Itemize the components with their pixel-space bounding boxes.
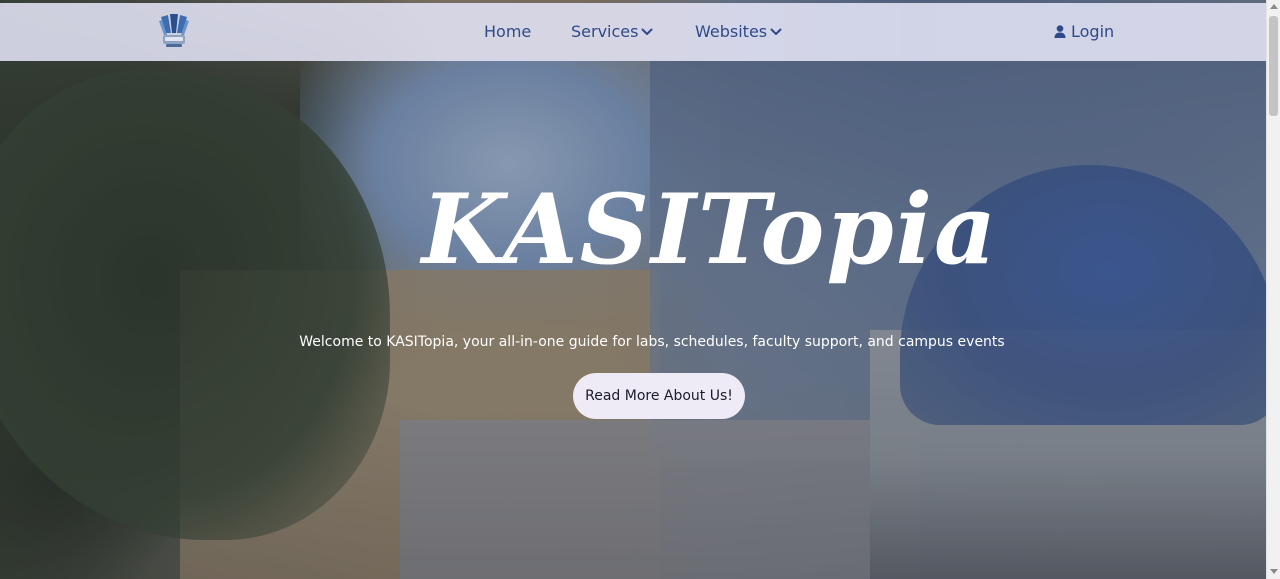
login-link[interactable]: Login — [1054, 22, 1114, 41]
read-more-button[interactable]: Read More About Us! — [573, 373, 745, 419]
nav-websites-label: Websites — [695, 22, 768, 41]
hero-title: KASITopia — [421, 173, 999, 286]
read-more-label: Read More About Us! — [585, 388, 733, 404]
nav-services-label: Services — [571, 22, 639, 41]
login-label: Login — [1071, 22, 1115, 41]
scrollbar-thumb[interactable] — [1269, 16, 1278, 116]
chevron-down-icon — [641, 28, 653, 35]
nav-websites-dropdown[interactable]: Websites — [695, 22, 782, 41]
nav-home-label: Home — [484, 22, 532, 41]
scroll-down-arrow-icon[interactable] — [1270, 569, 1278, 574]
page-scrollbar[interactable] — [1266, 0, 1280, 579]
user-icon — [1054, 24, 1066, 38]
top-navbar: Home Services Websites Login — [0, 3, 1266, 61]
chevron-down-icon — [770, 28, 782, 35]
page-viewport: Home Services Websites Login KASITopia W… — [0, 0, 1266, 579]
nav-services-dropdown[interactable]: Services — [571, 22, 653, 41]
scroll-up-arrow-icon[interactable] — [1270, 4, 1278, 9]
nav-home-link[interactable]: Home — [484, 22, 531, 41]
hero-subtitle: Welcome to KASITopia, your all-in-one gu… — [299, 334, 1005, 350]
kasitopia-logo-icon[interactable] — [157, 11, 191, 49]
